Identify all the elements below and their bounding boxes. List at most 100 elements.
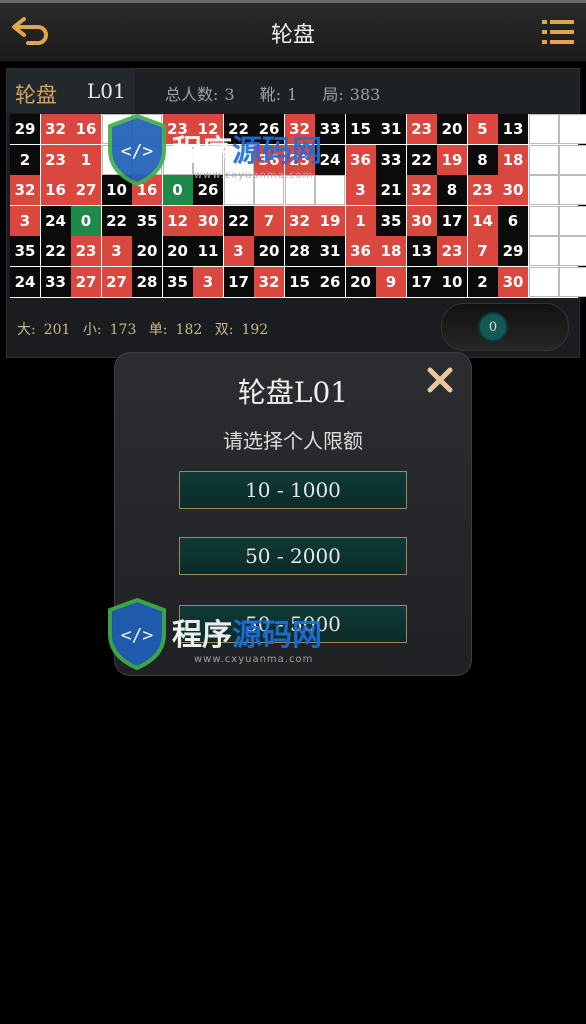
svg-text:</>: </> [121,141,154,162]
room-header: 轮盘 L01 总人数: 3 靴: 1 局: 383 [7,69,579,113]
road-cell: 3 [223,236,254,266]
road-cell [559,205,586,236]
road-cell: 35 [132,205,162,236]
road-cell: 19 [437,144,467,175]
road-cell: 23 [40,144,71,175]
road-cell: 23 [437,236,467,266]
watermark-url: www.cxyuanma.com [194,654,314,665]
road-cell: 32 [10,175,40,205]
watermark-text-b: 源码网 [232,134,322,169]
boot-value: 1 [287,85,298,104]
watermark: </> 程序源码网 www.cxyuanma.com [106,596,366,686]
road-cell: 3 [10,205,40,236]
road-cell: 16 [40,175,71,205]
road-cell [559,266,586,297]
road-cell: 20 [162,236,193,266]
road-cell: 24 [40,205,71,236]
limit-option-button[interactable]: 10 - 1000 [179,471,407,509]
road-cell: 23 [406,114,437,144]
road-cell [528,266,559,297]
road-cell: 6 [498,205,528,236]
road-cell: 3 [101,236,132,266]
round-label: 局: [322,85,344,104]
svg-text:</>: </> [121,625,154,646]
watermark: </> 程序源码网 www.cxyuanma.com [106,112,366,202]
road-cell: 21 [376,175,406,205]
road-cell: 30 [498,175,528,205]
road-cell: 13 [406,236,437,266]
room-tab: 轮盘 L01 [7,69,135,113]
watermark-text-a: 程序 [172,618,232,653]
road-cell: 29 [498,236,528,266]
road-cell: 0 [71,205,101,236]
road-cell: 23 [467,175,498,205]
road-cell: 7 [467,236,498,266]
road-cell: 22 [101,205,132,236]
road-cell: 5 [467,114,498,144]
road-cell: 1 [71,144,101,175]
odd-value: 182 [175,322,203,338]
small-value: 173 [109,322,137,338]
last-result-ball: 0 [478,312,508,342]
road-cell: 29 [10,114,40,144]
road-cell: 27 [71,266,101,297]
road-cell: 3 [193,266,223,297]
road-cell [528,175,559,205]
page-title: 轮盘 [270,23,315,48]
road-cell: 9 [376,266,406,297]
road-cell: 23 [71,236,101,266]
road-cell: 35 [376,205,406,236]
round-value: 383 [349,85,381,104]
road-cell: 11 [193,236,223,266]
road-cell: 22 [40,236,71,266]
road-cell: 8 [467,144,498,175]
road-cell: 35 [162,266,193,297]
total-label: 总人数: [165,85,219,104]
close-icon[interactable] [425,365,455,395]
road-cell: 7 [254,205,284,236]
total-value: 3 [224,85,235,104]
road-cell: 18 [498,144,528,175]
list-menu-icon[interactable] [540,17,576,47]
road-cell [528,205,559,236]
road-cell: 17 [437,205,467,236]
road-cell: 32 [254,266,284,297]
shield-logo-icon: </> [108,113,166,187]
boot-label: 靴: [259,85,282,104]
even-value: 192 [241,322,269,338]
road-cell [528,236,559,266]
room-meta: 总人数: 3 靴: 1 局: 383 [165,81,386,105]
road-cell [559,114,586,144]
odd-label: 单: [148,322,168,338]
big-value: 201 [43,322,71,338]
road-cell: 30 [193,205,223,236]
road-cell: 27 [101,266,132,297]
road-cell: 26 [315,266,345,297]
road-cell: 20 [437,114,467,144]
stats-bar: 大: 201 小: 173 单: 182 双: 192 [17,319,276,339]
road-cell [559,236,586,266]
limit-option-button[interactable]: 50 - 2000 [179,537,407,575]
shield-logo-icon: </> [108,597,166,671]
road-cell: 27 [71,175,101,205]
road-cell: 30 [498,266,528,297]
road-cell: 16 [71,114,101,144]
dialog-title: 轮盘L01 [237,376,349,409]
road-cell [559,175,586,205]
road-cell: 10 [437,266,467,297]
road-cell: 2 [467,266,498,297]
road-cell: 12 [162,205,193,236]
room-code: L01 [87,79,126,103]
watermark-text-a: 程序 [172,134,232,169]
road-cell: 17 [406,266,437,297]
road-cell: 8 [437,175,467,205]
road-cell: 1 [345,205,376,236]
road-cell: 32 [284,205,315,236]
road-cell: 13 [498,114,528,144]
road-cell: 22 [406,144,437,175]
road-cell: 35 [10,236,40,266]
road-cell: 31 [315,236,345,266]
last-result-pill: 0 [441,303,569,351]
road-cell: 18 [376,236,406,266]
road-cell [528,114,559,144]
